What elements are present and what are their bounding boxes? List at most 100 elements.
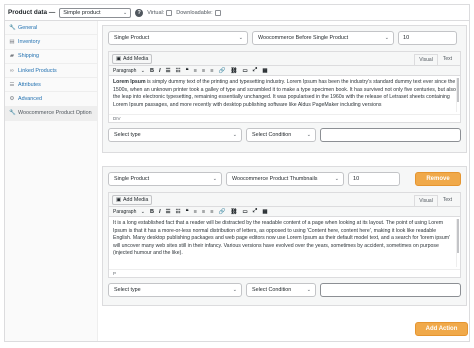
editor-scrollbar[interactable] [456, 219, 459, 267]
help-icon[interactable]: ? [135, 8, 144, 17]
align-left-icon[interactable]: ≡ [194, 209, 197, 215]
tab-general[interactable]: 🔧 General [5, 21, 97, 36]
chevron-down-icon: ⌄ [238, 35, 243, 41]
tab-woocommerce-product-option[interactable]: 🔧 Woocommerce Product Option [5, 106, 97, 122]
page-select[interactable]: Single Product ⌄ [108, 31, 248, 45]
chevron-down-icon: ⌄ [384, 35, 389, 41]
priority-input[interactable]: 10 [398, 31, 457, 45]
link-icon[interactable]: 🔗 [218, 209, 225, 215]
condition-row: Select type ⌄ Select Condition ⌄ [108, 128, 461, 142]
type-select[interactable]: Select type ⌄ [108, 128, 242, 142]
more-tag-icon[interactable]: ▭ [243, 68, 248, 74]
fullscreen-icon[interactable]: ⤢ [253, 67, 257, 74]
editor-header: ▣ Add Media Visual Text [109, 52, 460, 65]
product-option-main: Single Product ⌄ Woocommerce Before Sing… [102, 25, 467, 306]
add-media-label: Add Media [123, 196, 149, 203]
tab-label: Advanced [18, 96, 42, 103]
virtual-option[interactable]: Virtual: [147, 9, 173, 16]
editor-content[interactable]: It is a long established fact that a rea… [109, 217, 460, 269]
bold-icon[interactable]: B [150, 68, 154, 74]
product-data-header: Product data — Simple product ⌄ ? Virtua… [4, 4, 470, 20]
blockquote-icon[interactable]: ❝ [186, 209, 189, 215]
content-editor: ▣ Add Media Visual Text Paragraph ⌄ B I ☰… [108, 192, 461, 278]
add-action-button[interactable]: Add Action [415, 322, 468, 336]
align-left-icon[interactable]: ≡ [194, 68, 197, 74]
numbered-list-icon[interactable]: ☷ [176, 68, 181, 74]
tab-label: Inventory [18, 38, 41, 45]
downloadable-option[interactable]: Downloadable: [176, 9, 221, 16]
product-data-label: Product data — [8, 9, 56, 16]
condition-value-input[interactable] [320, 128, 461, 142]
chevron-down-icon: ⌄ [123, 9, 128, 16]
align-center-icon[interactable]: ≡ [202, 68, 205, 74]
condition-row: Select type ⌄ Select Condition ⌄ [108, 283, 461, 297]
editor-content[interactable]: Lorem Ipsum is simply dummy text of the … [109, 76, 460, 114]
more-tag-icon[interactable]: ▭ [243, 209, 248, 215]
condition-select[interactable]: Select Condition ⌄ [246, 283, 316, 297]
blockquote-icon[interactable]: ❝ [186, 68, 189, 74]
chevron-down-icon: ⌄ [306, 132, 311, 138]
condition-select[interactable]: Select Condition ⌄ [246, 128, 316, 142]
page-select[interactable]: Single Product ⌄ [108, 172, 222, 186]
tab-visual[interactable]: Visual [414, 195, 438, 206]
tab-label: Shipping [18, 53, 39, 60]
action-block: Single Product ⌄ Woocommerce Product Thu… [102, 166, 467, 306]
editor-toolbar: Paragraph ⌄ B I ☰ ☷ ❝ ≡ ≡ ≡ 🔗 ⛓ ▭ ⤢ ▦ [109, 65, 460, 76]
remove-button[interactable]: Remove [415, 172, 461, 186]
unlink-icon[interactable]: ⛓ [230, 209, 237, 215]
product-type-select[interactable]: Simple product ⌄ [59, 7, 132, 18]
type-select-value: Select type [114, 287, 141, 293]
numbered-list-icon[interactable]: ☷ [176, 209, 181, 215]
priority-input[interactable]: 10 [348, 172, 400, 186]
media-icon: ▣ [116, 55, 122, 62]
format-select[interactable]: Paragraph ⌄ [113, 209, 145, 215]
hook-select[interactable]: Woocommerce Product Thumbnails ⌄ [226, 172, 344, 186]
tab-attributes[interactable]: ☰ Attributes [5, 78, 97, 93]
content-bold-text: Lorem Ipsum [113, 79, 146, 85]
fullscreen-icon[interactable]: ⤢ [253, 208, 257, 215]
tab-shipping[interactable]: ▰ Shipping [5, 50, 97, 64]
add-media-label: Add Media [123, 55, 149, 62]
italic-icon[interactable]: I [159, 209, 161, 215]
downloadable-checkbox[interactable] [214, 9, 221, 16]
hook-select-value: Woocommerce Product Thumbnails [232, 176, 318, 182]
chevron-down-icon: ⌄ [140, 208, 145, 215]
tab-visual[interactable]: Visual [414, 54, 438, 65]
chevron-down-icon: ⌄ [232, 287, 237, 293]
add-media-button[interactable]: ▣ Add Media [112, 53, 153, 64]
bold-icon[interactable]: B [150, 209, 154, 215]
editor-toolbar: Paragraph ⌄ B I ☰ ☷ ❝ ≡ ≡ ≡ 🔗 ⛓ ▭ ⤢ ▦ [109, 206, 460, 217]
chevron-down-icon: ⌄ [212, 176, 217, 182]
align-right-icon[interactable]: ≡ [210, 209, 213, 215]
tab-inventory[interactable]: ▤ Inventory [5, 35, 97, 50]
bullet-list-icon[interactable]: ☰ [166, 68, 171, 74]
editor-scrollbar[interactable] [456, 78, 459, 112]
condition-value-input[interactable] [320, 283, 461, 297]
tab-advanced[interactable]: ⚙ Advanced [5, 92, 97, 107]
format-value: Paragraph [113, 208, 137, 215]
bullet-list-icon[interactable]: ☰ [166, 209, 171, 215]
toolbar-toggle-icon[interactable]: ▦ [262, 68, 267, 74]
condition-select-value: Select Condition [252, 132, 292, 138]
tab-text[interactable]: Text [438, 194, 457, 206]
type-select-value: Select type [114, 132, 141, 138]
gear-icon: ⚙ [9, 96, 15, 103]
format-select[interactable]: Paragraph ⌄ [113, 68, 145, 74]
product-data-tabs: 🔧 General ▤ Inventory ▰ Shipping ∞ Linked Pr… [5, 21, 98, 341]
add-media-button[interactable]: ▣ Add Media [112, 194, 153, 205]
action-block: Single Product ⌄ Woocommerce Before Sing… [102, 25, 467, 153]
list-icon: ☰ [9, 81, 15, 88]
tab-linked-products[interactable]: ∞ Linked Products [5, 64, 97, 79]
type-select[interactable]: Select type ⌄ [108, 283, 242, 297]
virtual-checkbox[interactable] [166, 9, 173, 16]
hook-select[interactable]: Woocommerce Before Single Product ⌄ [252, 31, 394, 45]
page-select-value: Single Product [114, 176, 150, 182]
truck-icon: ▰ [9, 53, 15, 60]
link-icon[interactable]: 🔗 [218, 68, 225, 74]
align-center-icon[interactable]: ≡ [202, 209, 205, 215]
tab-text[interactable]: Text [438, 53, 457, 65]
align-right-icon[interactable]: ≡ [210, 68, 213, 74]
italic-icon[interactable]: I [159, 68, 161, 74]
unlink-icon[interactable]: ⛓ [230, 68, 237, 74]
toolbar-toggle-icon[interactable]: ▦ [262, 209, 267, 215]
